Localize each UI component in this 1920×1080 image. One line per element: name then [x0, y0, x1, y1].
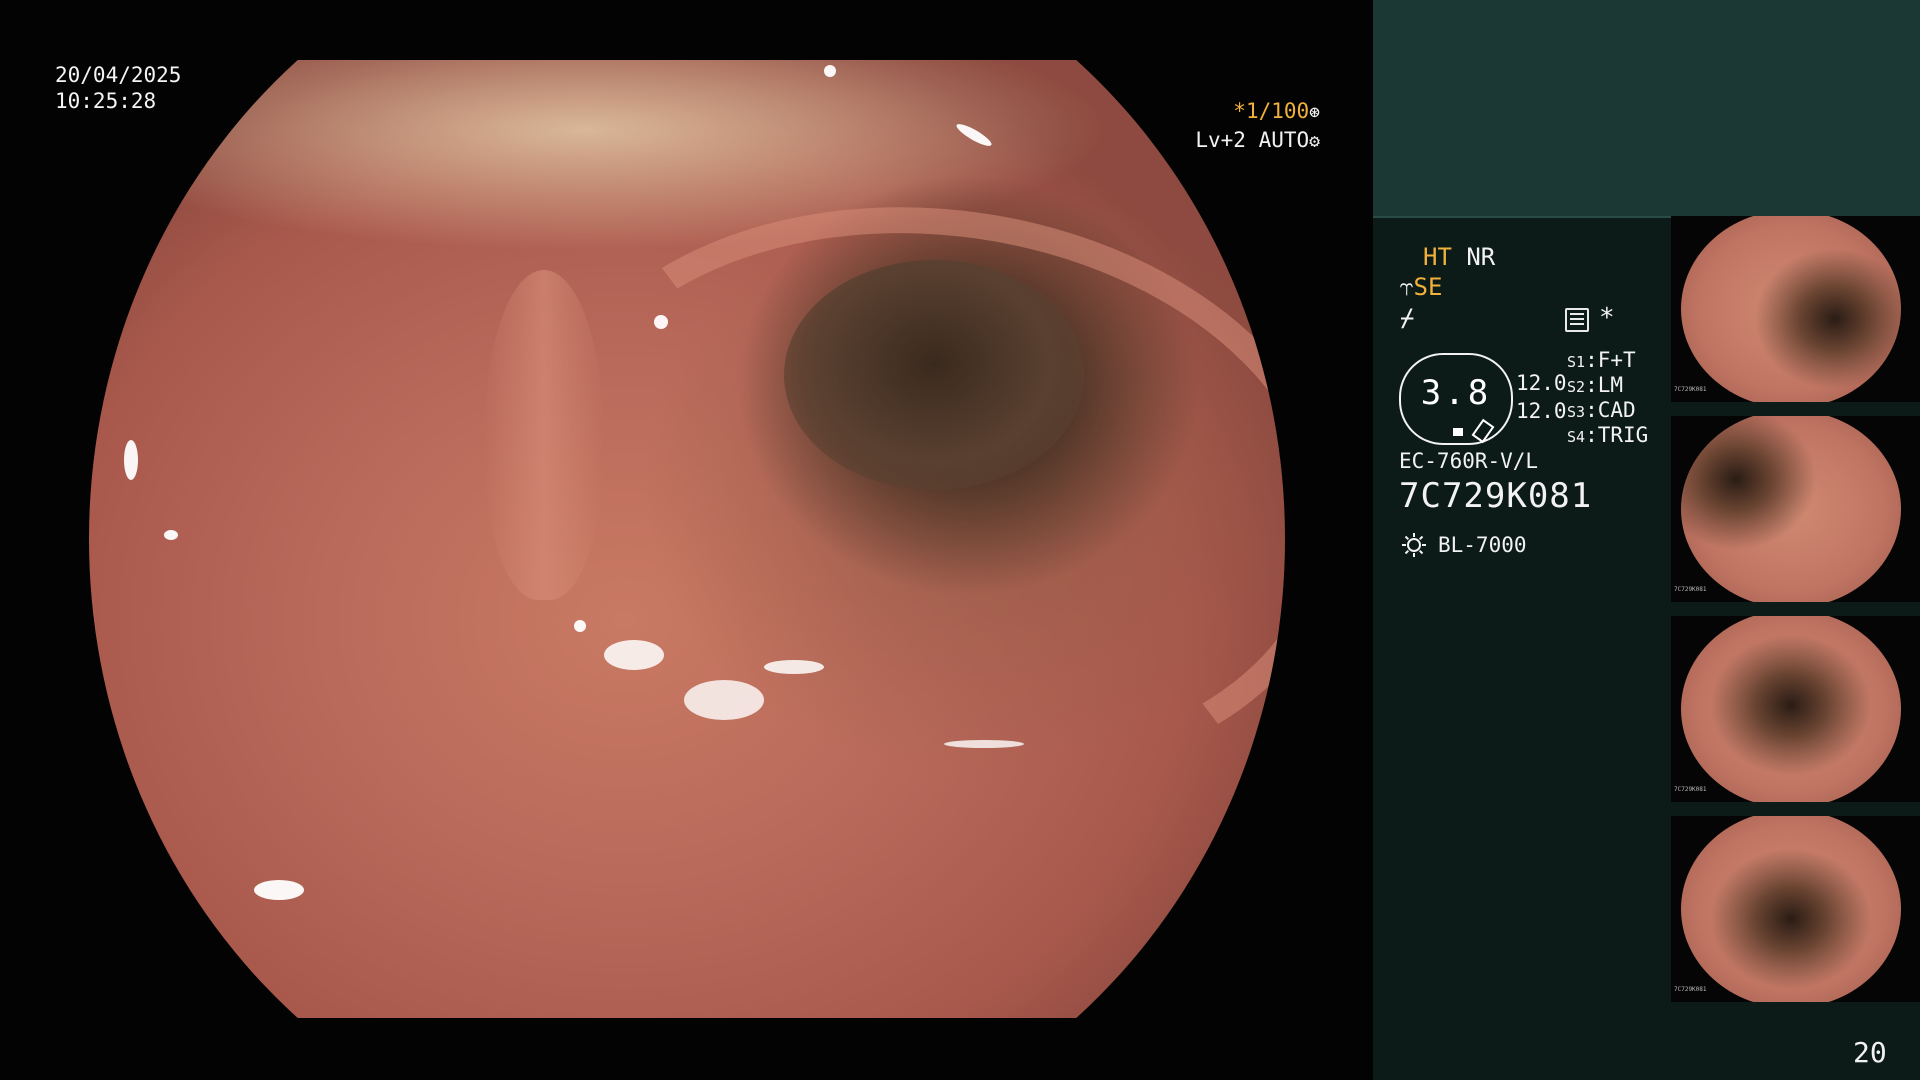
glare — [574, 620, 586, 632]
capture-thumbnail-2[interactable]: 7C729K081 — [1671, 416, 1920, 602]
panel-header-area — [1373, 0, 1920, 216]
glare — [764, 660, 824, 674]
ht-label: HT — [1423, 243, 1452, 271]
ht-nr-status: HT NR — [1423, 244, 1495, 270]
glare — [604, 640, 664, 670]
star-icon: * — [1599, 303, 1615, 333]
edge-enhance-icon: ⥾ — [1400, 273, 1414, 301]
thumbnail-image — [1681, 216, 1901, 402]
aperture-icon: ⊛ — [1309, 102, 1320, 123]
glare — [654, 315, 668, 329]
se-label: SE — [1413, 273, 1443, 301]
thumbnail-image — [1681, 416, 1901, 602]
glare — [684, 680, 764, 720]
lumen — [784, 260, 1084, 490]
auto-exposure-icon: ⚙ — [1309, 131, 1320, 152]
switch-slot-2: S2:LM — [1567, 373, 1624, 397]
sharpness-icon: ⌿ — [1400, 304, 1415, 332]
se-status: ⥾SE — [1400, 274, 1442, 300]
nr-label: NR — [1466, 243, 1496, 271]
glare — [824, 65, 836, 77]
glare — [944, 740, 1024, 748]
thumbnail-serial: 7C729K081 — [1674, 586, 1707, 593]
glare — [254, 880, 304, 900]
switch-slot-3: S3:CAD — [1567, 398, 1636, 422]
glare — [164, 530, 178, 540]
magnification-readout: *1/100⊛ — [1190, 98, 1320, 126]
light-source-icon — [1402, 533, 1426, 557]
endoscope-view: 20/04/2025 10:25:28 *1/100⊛ Lv+2 AUTO⚙ — [0, 0, 1373, 1080]
mucosal-fold — [498, 156, 1285, 836]
menu-icon — [1565, 308, 1589, 332]
thumbnail-serial: 7C729K081 — [1674, 386, 1707, 393]
fold-ridge — [484, 270, 604, 600]
thumbnail-image — [1681, 616, 1901, 802]
scope-serial: 7C729K081 — [1399, 476, 1593, 516]
time: 10:25:28 — [55, 89, 157, 113]
endoscopic-image — [89, 60, 1285, 1018]
score-value: 3.8 — [1420, 373, 1492, 413]
thumbnail-serial: 7C729K081 — [1674, 986, 1707, 993]
glare — [124, 440, 138, 480]
switch-slot-1: S1:F+T — [1567, 348, 1636, 372]
date: 20/04/2025 — [55, 63, 182, 87]
exposure-level: Lv+2 — [1195, 128, 1246, 152]
magnification-value: *1/100 — [1233, 99, 1310, 123]
value-1: 12.0 — [1516, 371, 1567, 395]
score-badge: 3.8 — [1399, 353, 1513, 445]
switch-slot-4: S4:TRIG — [1567, 423, 1649, 447]
exposure-readout: Lv+2 AUTO⚙ — [1190, 127, 1320, 155]
capture-thumbnail-4[interactable]: 7C729K081 — [1671, 816, 1920, 1002]
exposure-mode: AUTO — [1258, 128, 1310, 152]
glare — [954, 120, 994, 150]
status-panel: HT NR ⥾SE ⌿ * 3.8 12.0 12.0 S1:F+T S2:LM… — [1373, 0, 1920, 1080]
pen-icon — [1471, 418, 1495, 444]
capture-thumbnail-1[interactable]: 7C729K081 — [1671, 216, 1920, 402]
score-marker-icon — [1453, 428, 1463, 436]
value-2: 12.0 — [1516, 399, 1567, 423]
scope-model: EC-760R-V/L — [1399, 449, 1539, 473]
light-source: BL-7000 — [1438, 533, 1527, 557]
thumbnail-image — [1681, 816, 1901, 1002]
capture-thumbnail-3[interactable]: 7C729K081 — [1671, 616, 1920, 802]
thumbnail-serial: 7C729K081 — [1674, 786, 1707, 793]
page-number: 20 — [1853, 1036, 1887, 1069]
date-time: 20/04/2025 10:25:28 — [55, 62, 181, 114]
